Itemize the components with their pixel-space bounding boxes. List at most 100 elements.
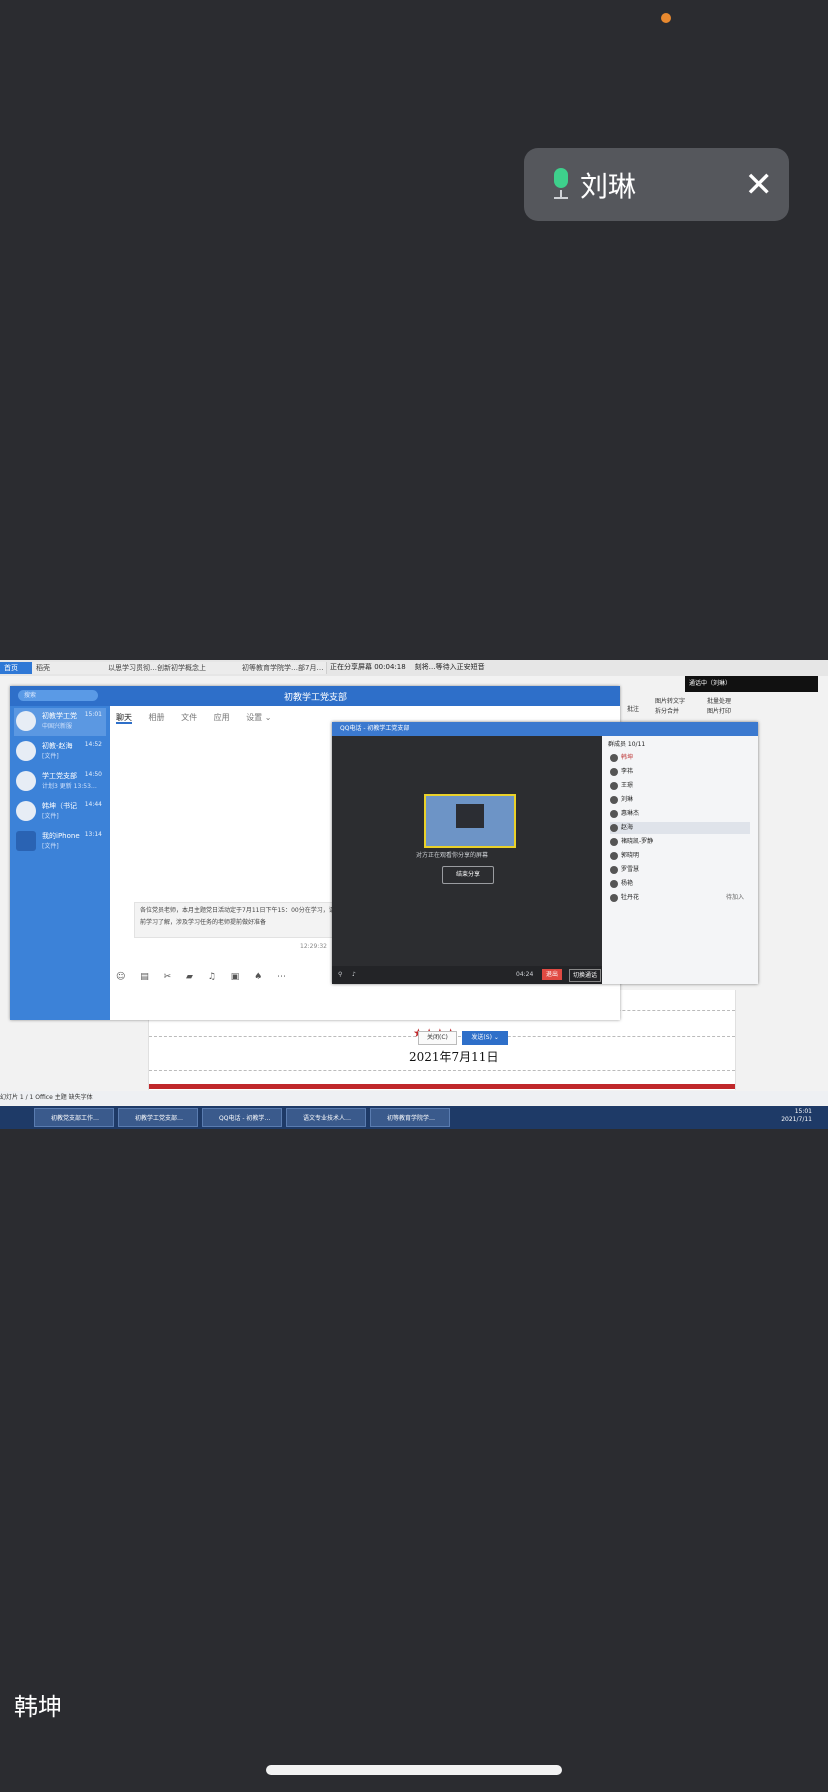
chat-search-input[interactable]: 搜索 (18, 690, 98, 701)
chat-titlebar: 初教学工党支部 (10, 686, 620, 706)
close-button[interactable]: 关闭(C) (418, 1031, 457, 1045)
doc-guideline (149, 1070, 735, 1071)
contact-name: 学工党支部 (42, 772, 77, 780)
contact-preview: [文件] (42, 753, 59, 760)
contact-item[interactable]: 我的iPhone [文件] 13:14 (14, 828, 106, 856)
taskbar-item[interactable]: 语文专业技术人… (286, 1108, 366, 1127)
avatar (16, 801, 36, 821)
tab-chat[interactable]: 聊天 (116, 713, 132, 724)
quit-button[interactable]: 退出 (542, 969, 563, 980)
app-statusbar: 幻灯片 1 / 1 Office 主题 缺失字体 (0, 1091, 828, 1105)
contact-preview: [文件] (42, 843, 59, 850)
avatar (16, 741, 36, 761)
chat-toolbar[interactable]: ☺ ▤ ✂ ▰ ♫ ▣ ♠ ⋯ (116, 972, 292, 982)
doc-date: 2021年7月11日 (409, 1050, 499, 1064)
home-indicator[interactable] (266, 1765, 562, 1775)
tab-files[interactable]: 文件 (181, 713, 197, 722)
call-controls: ⚲ ♪ 04:24 退出 切换通话 (332, 966, 602, 984)
avatar (16, 771, 36, 791)
stop-share-button[interactable]: 结束分享 (442, 866, 494, 884)
browser-tabbar: 首页 稻壳 以思学习贯彻…创新初学概念上 初等教育学院学…部7月… 正在分享屏幕… (0, 660, 828, 676)
shared-screen: 首页 稻壳 以思学习贯彻…创新初学概念上 初等教育学院学…部7月… 正在分享屏幕… (0, 660, 828, 1129)
member-avatar (610, 893, 618, 902)
share-message: 对方正在观看你分享的屏幕 (416, 852, 489, 859)
active-speaker-pill: 刘琳 ✕ (524, 148, 789, 221)
ribbon-split-merge[interactable]: 拆分合并 (655, 706, 679, 715)
contact-item[interactable]: 学工党支部 计划3 更新 13:53… 14:50 (14, 768, 106, 796)
avatar (16, 711, 36, 731)
taskbar-item[interactable]: 初等教育学院学… (370, 1108, 450, 1127)
member-item[interactable]: 刘琳 (610, 794, 750, 806)
contact-item[interactable]: 韩坤（书记 [文件] 14:44 (14, 798, 106, 826)
ribbon-img-to-text[interactable]: 图片转文字 (655, 696, 685, 705)
participant-name: 韩坤 (14, 1693, 62, 1721)
contact-time: 13:14 (84, 831, 102, 838)
member-item[interactable]: 罗雪慧 (610, 864, 750, 876)
member-item[interactable]: 郭晓明 (610, 850, 750, 862)
member-item[interactable]: 李祎 (610, 766, 750, 778)
tab-daoke[interactable]: 稻壳 (32, 662, 109, 674)
tab-settings[interactable]: 设置 ⌄ (246, 713, 271, 722)
doc-red-bar (149, 1084, 735, 1089)
member-item[interactable]: 赵海 (610, 822, 750, 834)
phone-icon (16, 831, 36, 851)
speaker-name: 刘琳 (580, 169, 637, 203)
contact-item[interactable]: 初教学工党 中国兴新服 15:01 (14, 708, 106, 736)
contact-time: 14:52 (84, 741, 102, 748)
chat-contact-list: 搜索 初教学工党 中国兴新服 15:01 初教-赵海 [文件] 14:52 学工… (10, 690, 110, 1020)
member-avatar (610, 823, 618, 832)
microphone-icon (550, 167, 572, 202)
contact-name: 初教学工党 (42, 712, 77, 720)
contact-preview: [文件] (42, 813, 59, 820)
taskbar-clock: 15:01 2021/7/11 (781, 1108, 812, 1123)
windows-taskbar: 初教党支部工作… 初教学工党支部… QQ电话 - 初教学… 语文专业技术人… 初… (0, 1106, 828, 1129)
contact-time: 15:01 (84, 711, 102, 718)
tab-doc-1[interactable]: 以思学习贯彻…创新初学概念上 (104, 662, 243, 674)
member-item[interactable]: 惠琳杰 (610, 808, 750, 820)
share-status-text: 正在分享屏幕 00:04:18 刻将…等待入正安短音 (330, 663, 485, 671)
speaker-icon[interactable]: ♪ (352, 966, 356, 984)
contact-time: 14:50 (84, 771, 102, 778)
contact-name: 韩坤（书记 (42, 802, 77, 810)
member-avatar (610, 767, 618, 776)
taskbar-item[interactable]: 初教学工党支部… (118, 1108, 198, 1127)
member-item[interactable]: 韩坤 (610, 752, 750, 764)
send-button[interactable]: 发送(S) ⌄ (462, 1031, 508, 1045)
member-avatar (610, 781, 618, 790)
member-item[interactable]: 杨艳 (610, 878, 750, 890)
chat-tabs: 聊天 相册 文件 应用 设置 ⌄ (116, 712, 285, 724)
close-icon[interactable]: ✕ (745, 168, 774, 202)
tab-doc-2[interactable]: 初等教育学院学…部7月… (238, 662, 327, 674)
contact-preview: 计划3 更新 13:53… (42, 783, 97, 790)
member-avatar (610, 879, 618, 888)
ribbon-annotate[interactable]: 批注 (627, 704, 639, 713)
switch-call-button[interactable]: 切换通话 (569, 969, 602, 982)
member-avatar (610, 851, 618, 860)
member-item[interactable]: 褚晓凯-罗静 (610, 836, 750, 848)
call-title: QQ电话 - 初教学工党支部 (332, 722, 758, 736)
mic-icon[interactable]: ⚲ (338, 966, 342, 984)
contact-time: 14:44 (84, 801, 102, 808)
tab-apps[interactable]: 应用 (214, 713, 230, 722)
members-header: 群成员 10/11 (608, 741, 646, 748)
member-item[interactable]: 王璟 (610, 780, 750, 792)
recording-indicator-dot (661, 13, 671, 23)
tab-album[interactable]: 相册 (149, 713, 165, 722)
member-avatar (610, 753, 618, 762)
ribbon-toolbar: 批注 图片转文字 批量处理 拆分合并 图片打印 (625, 690, 825, 718)
member-avatar (610, 865, 618, 874)
member-item[interactable]: 牡丹花 待加入 (610, 892, 750, 904)
contact-name: 初教-赵海 (42, 742, 73, 750)
taskbar-item[interactable]: QQ电话 - 初教学… (202, 1108, 282, 1127)
member-avatar (610, 809, 618, 818)
taskbar-item[interactable]: 初教党支部工作… (34, 1108, 114, 1127)
ribbon-batch[interactable]: 批量处理 (707, 696, 731, 705)
chat-buttons: 关闭(C) 发送(S) ⌄ (418, 1031, 511, 1045)
contact-name: 我的iPhone (42, 832, 80, 840)
contact-item[interactable]: 初教-赵海 [文件] 14:52 (14, 738, 106, 766)
member-avatar (610, 795, 618, 804)
member-avatar (610, 837, 618, 846)
contact-preview: 中国兴新服 (42, 723, 73, 730)
screen-share-preview (424, 794, 516, 848)
ribbon-print[interactable]: 图片打印 (707, 706, 731, 715)
